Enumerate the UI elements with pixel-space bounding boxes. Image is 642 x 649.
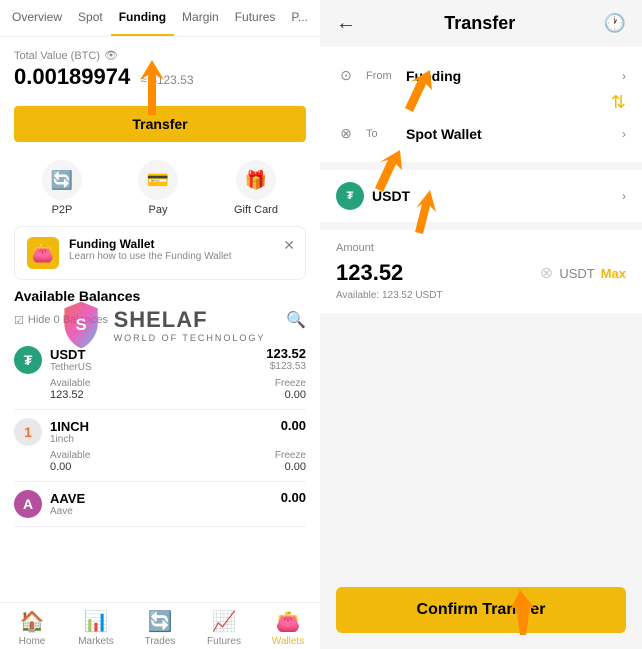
1inch-icon: 1	[14, 418, 42, 446]
hide-balances-check[interactable]: ☑	[14, 314, 24, 327]
aave-icon: A	[14, 490, 42, 518]
tab-spot[interactable]: Spot	[70, 0, 111, 36]
transfer-form: ⊙ From Funding › ⇅ ⊗ To Spot Wallet ›	[320, 47, 642, 162]
history-icon[interactable]: 🕐	[604, 13, 626, 34]
coin-fullname: TetherUS	[50, 362, 92, 373]
nav-tabs: Overview Spot Funding Margin Futures P..…	[0, 0, 320, 37]
balances-title: Available Balances	[14, 288, 306, 304]
clear-icon[interactable]: ⊗	[540, 263, 553, 283]
list-item[interactable]: ₮ USDT TetherUS 123.52 $123.53 Available…	[14, 338, 306, 410]
from-value: Funding	[406, 68, 612, 84]
confirm-btn-container: Confirm Transfer	[320, 575, 642, 649]
to-chevron: ›	[622, 127, 626, 141]
nav-markets-label: Markets	[78, 636, 114, 647]
wallets-icon: 👛	[276, 609, 301, 634]
coin-fullname: 1inch	[50, 434, 89, 445]
coin-fullname: Aave	[50, 506, 85, 517]
amount-input[interactable]: 123.52	[336, 260, 403, 286]
wallet-tooltip-icon: 👛	[27, 237, 59, 269]
list-item[interactable]: A AAVE Aave 0.00	[14, 482, 306, 527]
wallet-label: Total Value (BTC) 👁	[14, 49, 306, 62]
funding-wallet-tooltip: 👛 Funding Wallet Learn how to use the Fu…	[14, 226, 306, 280]
selected-coin-icon: ₮	[336, 182, 364, 210]
to-value: Spot Wallet	[406, 126, 612, 142]
nav-futures[interactable]: 📈 Futures	[192, 609, 256, 647]
left-panel: Overview Spot Funding Margin Futures P..…	[0, 0, 320, 649]
from-row[interactable]: ⊙ From Funding ›	[336, 59, 626, 92]
tab-more[interactable]: P...	[283, 0, 315, 36]
p2p-action[interactable]: 🔄 P2P	[42, 160, 82, 216]
tab-overview[interactable]: Overview	[4, 0, 70, 36]
from-icon: ⊙	[336, 67, 356, 84]
giftcard-icon: 🎁	[236, 160, 276, 200]
selected-coin-name: USDT	[372, 188, 410, 204]
nav-markets[interactable]: 📊 Markets	[64, 609, 128, 647]
p2p-label: P2P	[52, 204, 73, 216]
quick-actions: 🔄 P2P 💳 Pay 🎁 Gift Card	[0, 150, 320, 226]
coin-select-row[interactable]: ₮ USDT ›	[320, 170, 642, 222]
to-label: To	[366, 128, 396, 140]
to-icon: ⊗	[336, 125, 356, 142]
home-icon: 🏠	[20, 609, 45, 634]
available-balance: Available: 123.52 USDT	[336, 290, 626, 301]
tab-margin[interactable]: Margin	[174, 0, 227, 36]
right-header: ← Transfer 🕐	[320, 0, 642, 47]
wallet-usd-value: ≈ $123.53	[140, 73, 193, 87]
tooltip-title: Funding Wallet	[69, 237, 232, 251]
nav-wallets[interactable]: 👛 Wallets	[256, 609, 320, 647]
nav-trades[interactable]: 🔄 Trades	[128, 609, 192, 647]
markets-icon: 📊	[84, 609, 109, 634]
coin-symbol: USDT	[50, 347, 92, 362]
futures-icon: 📈	[212, 609, 237, 634]
nav-futures-label: Futures	[207, 636, 241, 647]
tab-funding[interactable]: Funding	[111, 0, 174, 36]
amount-section: Amount 123.52 ⊗ USDT Max Available: 123.…	[320, 230, 642, 313]
hide-balances-label: Hide 0 Balances	[28, 314, 108, 326]
from-label: From	[366, 70, 396, 82]
coin-usd: $123.53	[266, 361, 306, 372]
coin-symbol: 1INCH	[50, 419, 89, 434]
usdt-icon: ₮	[14, 346, 42, 374]
from-chevron: ›	[622, 69, 626, 83]
trades-icon: 🔄	[148, 609, 173, 634]
giftcard-label: Gift Card	[234, 204, 278, 216]
confirm-transfer-button[interactable]: Confirm Transfer	[336, 587, 626, 633]
giftcard-action[interactable]: 🎁 Gift Card	[234, 160, 278, 216]
transfer-button[interactable]: Transfer	[14, 106, 306, 142]
nav-wallets-label: Wallets	[272, 636, 304, 647]
eye-icon[interactable]: 👁	[104, 49, 118, 62]
coin-amount: 123.52	[266, 346, 306, 361]
wallet-info: Total Value (BTC) 👁 0.00189974 ≈ $123.53	[0, 37, 320, 98]
tooltip-desc: Learn how to use the Funding Wallet	[69, 251, 232, 262]
amount-unit: USDT	[559, 266, 594, 281]
coin-amount: 0.00	[281, 418, 306, 433]
amount-label: Amount	[336, 242, 626, 254]
nav-home-label: Home	[19, 636, 46, 647]
back-button[interactable]: ←	[336, 12, 356, 35]
pay-action[interactable]: 💳 Pay	[138, 160, 178, 216]
wallet-btc-value: 0.00189974	[14, 64, 130, 90]
nav-trades-label: Trades	[145, 636, 176, 647]
coin-symbol: AAVE	[50, 491, 85, 506]
to-row[interactable]: ⊗ To Spot Wallet ›	[336, 117, 626, 150]
p2p-icon: 🔄	[42, 160, 82, 200]
coin-amount: 0.00	[281, 490, 306, 505]
tooltip-close-button[interactable]: ✕	[283, 237, 295, 254]
list-item[interactable]: 1 1INCH 1inch 0.00 Available 0.00 Freeze	[14, 410, 306, 482]
bottom-nav: 🏠 Home 📊 Markets 🔄 Trades 📈 Futures 👛 Wa…	[0, 602, 320, 649]
max-button[interactable]: Max	[601, 266, 626, 281]
pay-icon: 💳	[138, 160, 178, 200]
tab-futures[interactable]: Futures	[227, 0, 284, 36]
right-panel: ← Transfer 🕐 ⊙ From Funding › ⇅ ⊗ To Spo…	[320, 0, 642, 649]
right-title: Transfer	[444, 13, 515, 34]
swap-icon[interactable]: ⇅	[611, 92, 626, 113]
search-icon[interactable]: 🔍	[286, 310, 306, 330]
nav-home[interactable]: 🏠 Home	[0, 609, 64, 647]
pay-label: Pay	[148, 204, 167, 216]
balances-section: Available Balances ☑ Hide 0 Balances 🔍 ₮…	[0, 288, 320, 602]
coin-select-chevron: ›	[622, 189, 626, 203]
